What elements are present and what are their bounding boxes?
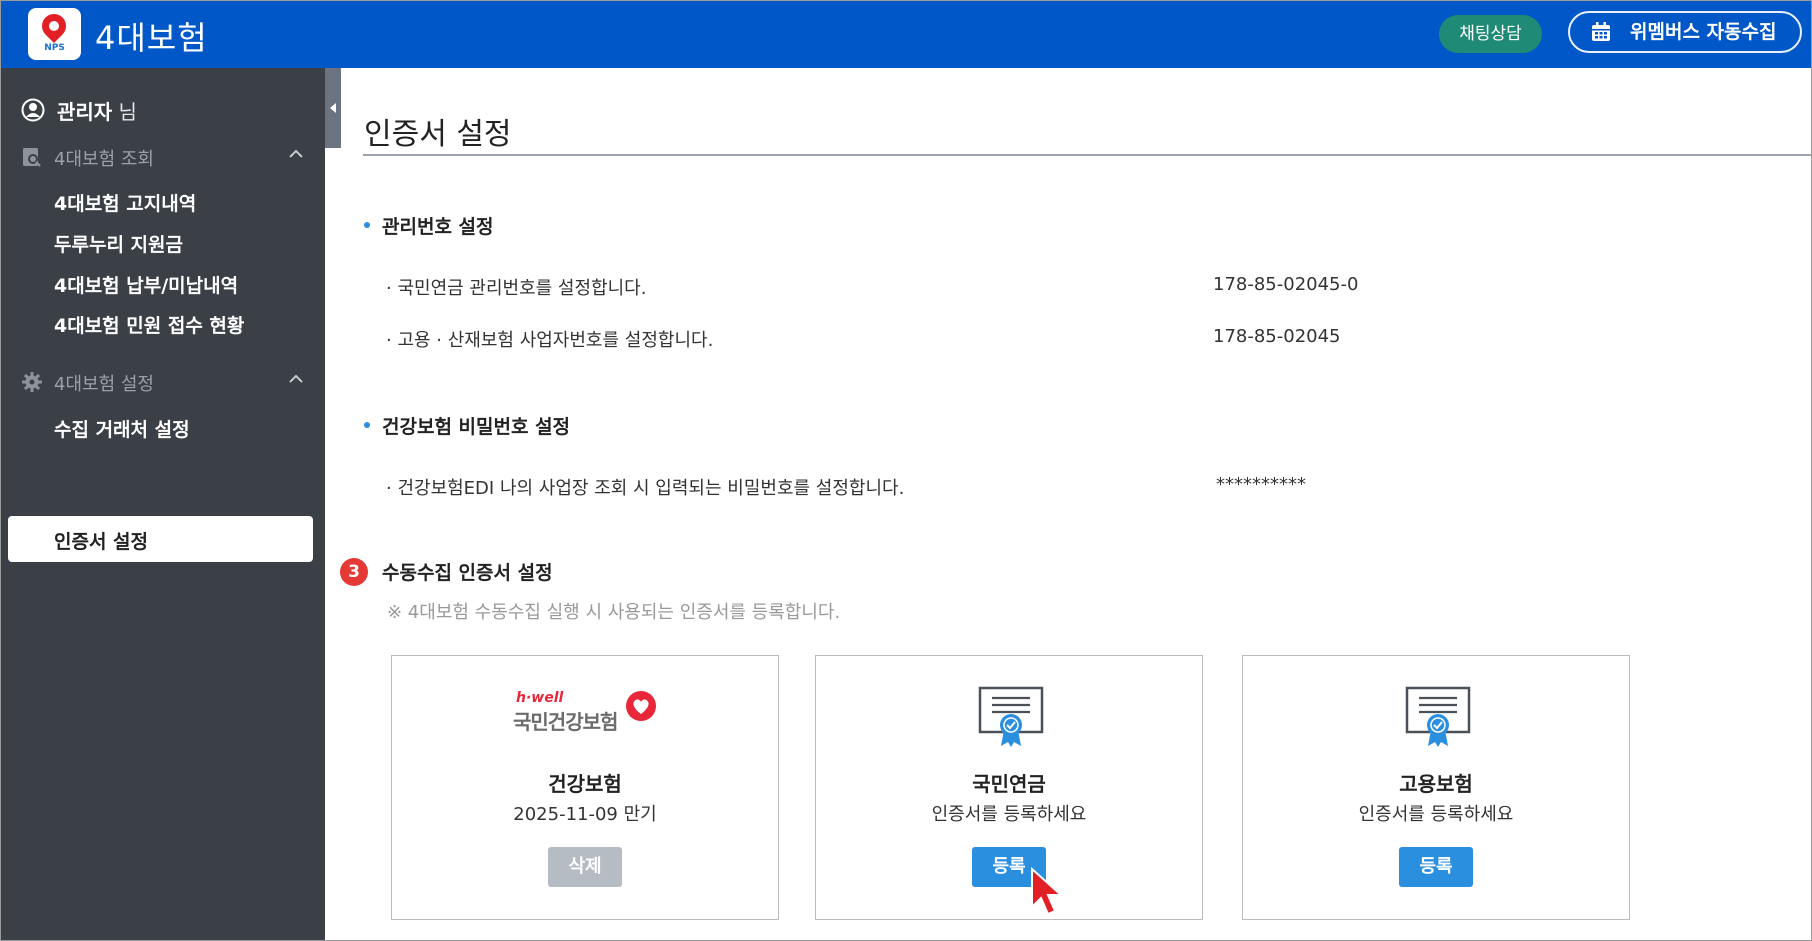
user-icon [21,98,45,122]
card-status: 인증서를 등록하세요 [931,804,1087,825]
delete-cert-button[interactable]: 삭제 [548,847,622,887]
card-title: 고용보험 [1399,772,1473,796]
app-logo[interactable]: NPS [28,8,81,60]
cert-card-health: h·well 국민건강보험 건강보험 2025-11-09 만기 삭제 [391,655,779,920]
manual-cert-section-title: 수동수집 인증서 설정 [382,562,553,584]
title-divider [363,154,1811,156]
step-badge: 3 [340,558,368,586]
register-cert-button[interactable]: 등록 [1399,847,1473,887]
cert-card-employment: 고용보험 인증서를 등록하세요 등록 [1242,655,1630,920]
certificate-icon [1405,686,1471,747]
logo-text: NPS [44,43,65,53]
nhis-logo: h·well 국민건강보험 [513,690,663,740]
card-title: 국민연금 [972,772,1046,796]
mouse-cursor-icon [1031,867,1064,916]
manual-cert-note: ※ 4대보험 수동수집 실행 시 사용되는 인증서를 등록합니다. [387,602,841,623]
user-suffix: 님 [112,100,137,124]
health-password-desc: · 건강보험EDI 나의 사업장 조회 시 입력되는 비밀번호를 설정합니다. [386,478,905,499]
sidebar-item-collect-clients[interactable]: 수집 거래처 설정 [54,415,190,442]
auto-collect-label: 위멤버스 자동수집 [1630,21,1777,43]
sidebar-item-complaint[interactable]: 4대보험 민원 접수 현황 [54,311,244,338]
sidebar-item-cert-settings[interactable]: 인증서 설정 [8,516,313,562]
section-label: 4대보험 설정 [54,374,154,395]
pension-number-value[interactable]: 178-85-02045-0 [1213,274,1358,295]
employment-number-value[interactable]: 178-85-02045 [1213,326,1341,347]
card-status: 인증서를 등록하세요 [1358,804,1514,825]
search-doc-icon [23,148,41,167]
pension-number-desc: · 국민연금 관리번호를 설정합니다. [386,278,647,299]
bullet-icon [364,421,370,428]
page-title: 인증서 설정 [364,117,512,152]
nhis-logo-name: 국민건강보험 [513,710,618,734]
card-status: 2025-11-09 만기 [513,804,657,825]
calendar-icon [1592,22,1610,41]
cert-card-pension: 국민연금 인증서를 등록하세요 등록 [815,655,1203,920]
sidebar: 관리자 님 4대보험 조회 4대보험 고지내역 두루누리 지원금 4대보험 납부… [1,68,325,940]
health-password-value[interactable]: ********** [1216,474,1306,495]
app-window: NPS 4대보험 채팅상담 위멤버스 자동수집 관리자 님 4대보험 조회 4대… [0,0,1812,941]
sidebar-item-notice[interactable]: 4대보험 고지내역 [54,189,196,216]
heart-icon [626,691,656,721]
top-bar: NPS 4대보험 채팅상담 위멤버스 자동수집 [1,1,1811,68]
chevron-up-icon [289,374,303,383]
app-title: 4대보험 [95,19,208,57]
employment-number-desc: · 고용 · 산재보험 사업자번호를 설정합니다. [386,330,714,351]
location-pin-icon [37,9,71,43]
user-name: 관리자 [57,100,113,124]
nhis-logo-tagline: h·well [516,690,564,706]
sidebar-item-label: 인증서 설정 [54,531,149,553]
certificate-icon [978,686,1044,747]
auto-collect-button[interactable]: 위멤버스 자동수집 [1568,11,1802,53]
sidebar-collapse-button[interactable] [325,68,341,148]
chevron-up-icon [289,149,303,158]
gear-icon [22,372,42,392]
sidebar-item-payment[interactable]: 4대보험 납부/미납내역 [54,271,238,298]
bullet-icon [364,221,370,228]
chat-consult-button[interactable]: 채팅상담 [1439,15,1542,53]
sidebar-item-durunuri[interactable]: 두루누리 지원금 [54,230,183,257]
section-label: 4대보험 조회 [54,149,154,170]
card-title: 건강보험 [548,772,622,796]
management-section-title: 관리번호 설정 [364,212,494,239]
health-password-section-title: 건강보험 비밀번호 설정 [364,412,570,439]
